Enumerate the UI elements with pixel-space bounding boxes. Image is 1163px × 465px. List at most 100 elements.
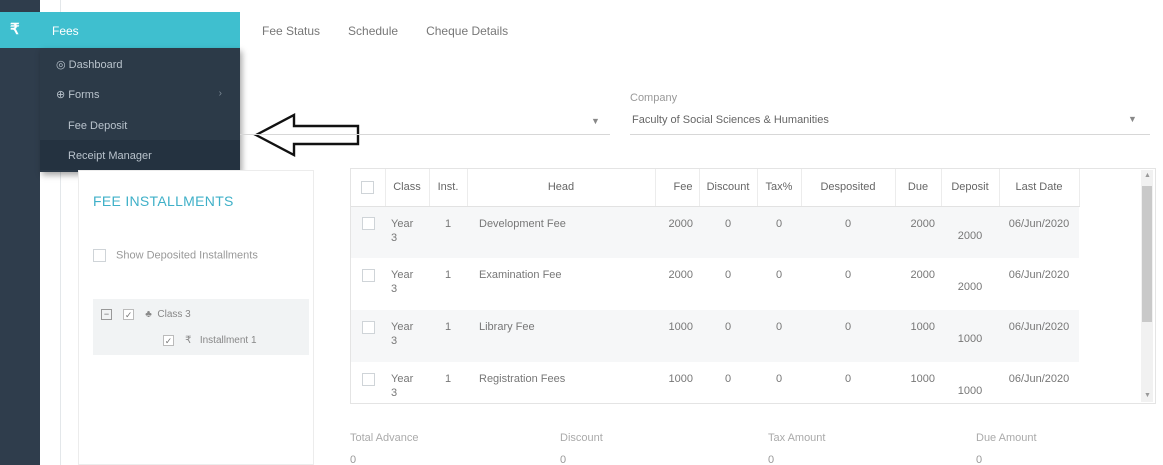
total-advance-label: Total Advance xyxy=(350,432,419,444)
menu-item-label: Fee Deposit xyxy=(68,120,128,132)
col-head[interactable]: Head xyxy=(467,169,656,207)
cell-last-date: 06/Jun/2020 xyxy=(1008,269,1070,281)
chevron-right-icon: › xyxy=(218,88,222,99)
col-deposited[interactable]: Desposited xyxy=(801,169,896,207)
row-checkbox[interactable] xyxy=(361,268,375,282)
cell-due: 2000 xyxy=(910,269,935,281)
row-checkbox[interactable] xyxy=(361,372,375,386)
cell-inst: 1 xyxy=(444,373,452,385)
tree-installment-label: Installment 1 xyxy=(199,335,257,347)
checkbox[interactable] xyxy=(93,249,106,262)
select-all-cell xyxy=(351,169,386,207)
panel-title: FEE INSTALLMENTS xyxy=(93,193,234,209)
cell-due: 1000 xyxy=(910,373,935,385)
cell-head: Development Fee xyxy=(467,206,655,258)
table-row[interactable]: Year 3 1 Registration Fees 1000 0 0 0 100… xyxy=(351,362,1079,403)
tab-cheque-details[interactable]: Cheque Details xyxy=(426,24,508,38)
fee-installments-panel: FEE INSTALLMENTS Show Deposited Installm… xyxy=(78,170,314,465)
cell-discount: 0 xyxy=(724,269,732,281)
scroll-up-icon[interactable]: ▲ xyxy=(1144,172,1151,179)
menu-item-receipt-manager[interactable]: Receipt Manager xyxy=(40,140,240,170)
row-select-cell xyxy=(351,258,385,310)
table-header-row: Class Inst. Head Fee Discount Tax% Despo… xyxy=(351,169,1080,207)
company-select-underline xyxy=(630,134,1150,135)
menu-fees-label: Fees xyxy=(52,24,79,38)
select-all-checkbox[interactable] xyxy=(361,180,375,194)
col-due[interactable]: Due xyxy=(895,169,942,207)
app-root: s Fee Status Schedule Cheque Details ₹ F… xyxy=(0,0,1163,465)
due-amount-value: 0 xyxy=(976,454,983,465)
row-select-cell xyxy=(351,310,385,362)
cell-deposit[interactable]: 2000 xyxy=(941,206,999,258)
tax-amount-label: Tax Amount xyxy=(768,432,826,444)
col-deposit[interactable]: Deposit xyxy=(941,169,1000,207)
menu-submenu: ◎ Dashboard ⊕ Forms › Fee Deposit Receip… xyxy=(40,48,240,172)
caret-down-icon[interactable]: ▼ xyxy=(591,116,600,126)
cell-class-word: Year xyxy=(391,373,414,385)
cell-last-date: 06/Jun/2020 xyxy=(999,310,1079,362)
cell-discount: 0 xyxy=(699,206,757,258)
table-row[interactable]: Year 3 1 Examination Fee 2000 0 0 0 2000 … xyxy=(351,258,1079,310)
col-fee[interactable]: Fee xyxy=(655,169,700,207)
menu-fees-header[interactable]: ₹ Fees xyxy=(0,12,240,48)
table-scrollbar-thumb[interactable] xyxy=(1142,186,1152,322)
tree-node-installment[interactable]: ✓ ₹ Installment 1 xyxy=(163,335,257,346)
col-discount[interactable]: Discount xyxy=(699,169,758,207)
cell-due: 2000 xyxy=(895,206,941,258)
cell-tax: 0 xyxy=(775,373,783,385)
rupee-icon: ₹ xyxy=(10,21,20,38)
due-amount-label: Due Amount xyxy=(976,432,1037,444)
col-inst[interactable]: Inst. xyxy=(429,169,468,207)
checkbox-checked[interactable]: ✓ xyxy=(163,335,174,346)
cell-head: Examination Fee xyxy=(479,269,562,281)
discount-label: Discount xyxy=(560,432,603,444)
scroll-down-icon[interactable]: ▼ xyxy=(1144,392,1151,399)
caret-down-icon[interactable]: ▼ xyxy=(1128,114,1137,124)
company-select[interactable]: Faculty of Social Sciences & Humanities xyxy=(632,114,829,126)
col-tax[interactable]: Tax% xyxy=(757,169,802,207)
tab-bar: s Fee Status Schedule Cheque Details xyxy=(228,24,536,38)
tree-node-class[interactable]: − ✓ ♣ Class 3 xyxy=(101,309,191,320)
annotation-arrow-icon xyxy=(253,113,360,157)
checkbox-checked[interactable]: ✓ xyxy=(123,309,135,320)
discount-value: 0 xyxy=(560,454,567,465)
menu-item-label: Dashboard xyxy=(68,59,123,71)
cell-class-word: Year xyxy=(391,269,414,281)
installment-tree: − ✓ ♣ Class 3 ✓ ₹ Installment 1 xyxy=(93,299,309,355)
cell-deposit[interactable]: 2000 xyxy=(941,258,999,310)
cell-inst: 1 xyxy=(429,310,467,362)
cell-class: Year 3 xyxy=(385,206,429,258)
rupee-icon: ₹ xyxy=(185,335,192,347)
cell-inst: 1 xyxy=(429,206,467,258)
cell-fee: 1000 xyxy=(668,373,693,385)
class-select-underline[interactable] xyxy=(240,134,610,135)
forms-icon: ⊕ xyxy=(56,89,66,101)
menu-item-dashboard[interactable]: ◎ Dashboard xyxy=(40,48,240,78)
cell-discount: 0 xyxy=(724,373,732,385)
row-checkbox[interactable] xyxy=(361,217,375,231)
total-advance-value: 0 xyxy=(350,454,357,465)
col-last-date[interactable]: Last Date xyxy=(999,169,1080,207)
col-class[interactable]: Class xyxy=(385,169,430,207)
menu-item-forms[interactable]: ⊕ Forms › xyxy=(40,78,240,108)
cell-deposit[interactable]: 1000 xyxy=(941,362,999,403)
tab-schedule[interactable]: Schedule xyxy=(348,24,398,38)
table-row[interactable]: Year 3 1 Library Fee 1000 0 0 0 1000 1000… xyxy=(351,310,1079,362)
show-deposited-toggle[interactable]: Show Deposited Installments xyxy=(93,249,258,262)
row-checkbox[interactable] xyxy=(361,320,375,334)
tax-amount-value: 0 xyxy=(768,454,775,465)
menu-item-fee-deposit[interactable]: Fee Deposit xyxy=(40,110,240,140)
cell-deposited: 0 xyxy=(844,269,852,281)
collapse-icon[interactable]: − xyxy=(101,309,112,320)
cell-head: Registration Fees xyxy=(479,373,566,385)
table-row[interactable]: Year 3 1 Development Fee 2000 0 0 0 2000 … xyxy=(351,206,1079,258)
tab-fee-status[interactable]: Fee Status xyxy=(262,24,320,38)
cell-deposited: 0 xyxy=(801,310,895,362)
show-deposited-label: Show Deposited Installments xyxy=(116,249,258,262)
cell-tax: 0 xyxy=(775,269,783,281)
cell-head: Library Fee xyxy=(467,310,655,362)
cell-deposit[interactable]: 1000 xyxy=(941,310,999,362)
cell-tax: 0 xyxy=(757,206,801,258)
cell-tax: 0 xyxy=(757,310,801,362)
cell-last-date: 06/Jun/2020 xyxy=(1008,373,1070,385)
